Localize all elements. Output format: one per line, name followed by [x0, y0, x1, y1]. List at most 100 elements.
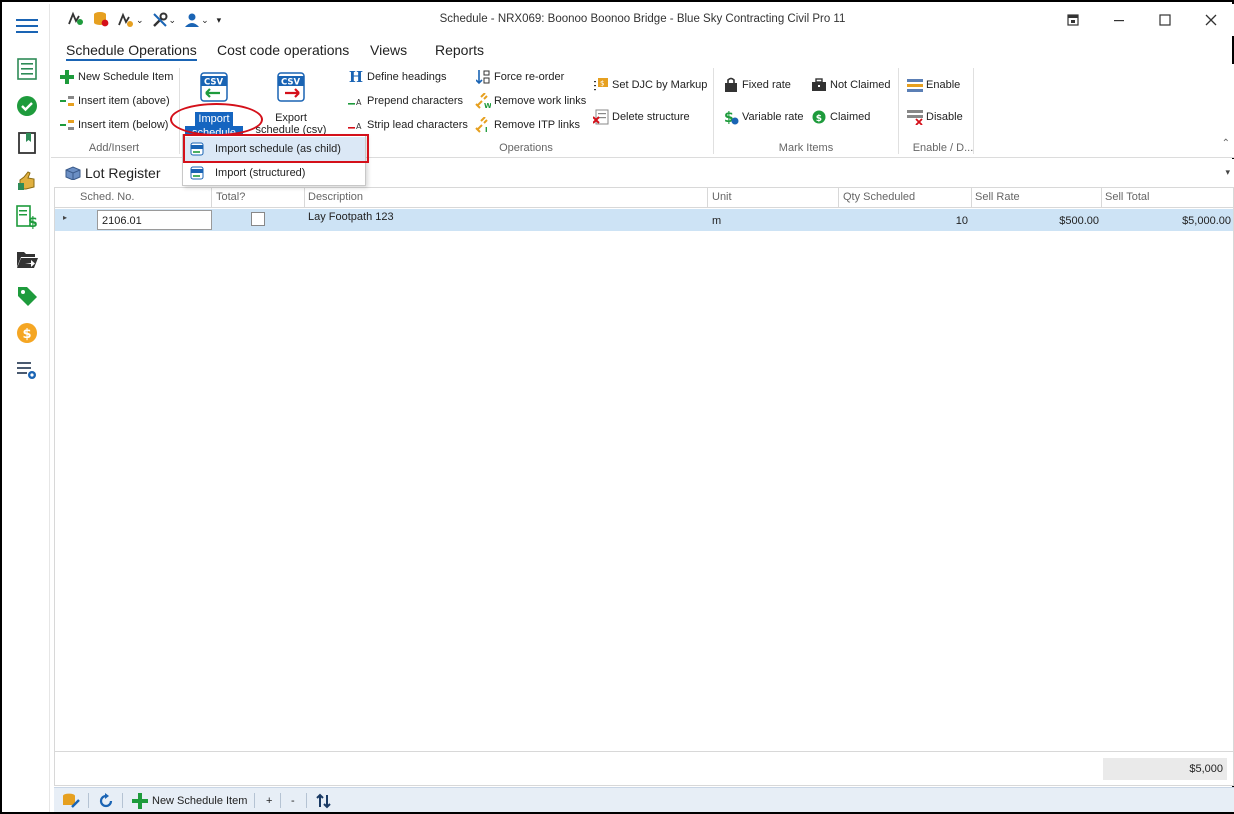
insert-item-below-button[interactable]: Insert item (below)	[59, 116, 168, 134]
column-header[interactable]: Description	[308, 191, 363, 203]
remove-row-button[interactable]: -	[291, 792, 295, 810]
group-label-add-insert: Add/Insert	[88, 142, 140, 154]
sched-no-cell[interactable]: 2106.01	[97, 210, 212, 230]
svg-text:$: $	[28, 215, 38, 229]
cost-document-icon[interactable]: $	[15, 205, 39, 229]
column-header[interactable]: Sell Rate	[975, 191, 1020, 203]
column-divider[interactable]	[1101, 188, 1102, 208]
new-schedule-item-button[interactable]: New Schedule Item	[59, 68, 173, 86]
grid-footer: $5,000	[55, 751, 1233, 785]
schedule-grid: Sched. No. Total? Description Unit Qty S…	[54, 187, 1234, 786]
group-label-mark-items: Mark Items	[778, 142, 834, 154]
schedule-list-icon[interactable]	[15, 57, 39, 81]
group-divider	[898, 68, 899, 154]
open-folder-icon[interactable]	[15, 247, 39, 271]
total-checkbox[interactable]	[251, 212, 265, 226]
plus-icon	[59, 69, 75, 85]
bottom-toolbar: New Schedule Item + -	[54, 787, 1234, 812]
column-header[interactable]: Sched. No.	[80, 191, 134, 203]
toolbar-divider	[122, 793, 123, 808]
prepend-icon: A	[348, 93, 364, 109]
svg-text:$: $	[23, 327, 32, 342]
column-header[interactable]: Total?	[216, 191, 245, 203]
column-divider[interactable]	[971, 188, 972, 208]
notebook-icon[interactable]	[15, 131, 39, 155]
unit-cell[interactable]: m	[712, 215, 721, 227]
disable-button[interactable]: Disable	[907, 108, 963, 126]
panel-dropdown-icon[interactable]: ▾	[1225, 167, 1230, 178]
insert-below-icon	[59, 117, 75, 133]
unlink-itp-icon: I	[475, 117, 491, 133]
claimed-coin-icon: $	[811, 109, 827, 125]
svg-text:A: A	[356, 122, 362, 130]
tab-schedule-operations[interactable]: Schedule Operations	[66, 42, 197, 61]
column-divider[interactable]	[211, 188, 212, 208]
csv-export-icon: CSV	[277, 72, 305, 105]
tab-cost-code-operations[interactable]: Cost code operations	[217, 42, 349, 58]
left-nav-rail: $ $	[4, 4, 50, 812]
column-header[interactable]: Unit	[712, 191, 732, 203]
row-expand-icon[interactable]: ▸	[63, 213, 67, 222]
delete-structure-button[interactable]: Delete structure	[593, 108, 690, 126]
maximize-icon[interactable]	[1142, 4, 1188, 36]
svg-text:CSV: CSV	[204, 78, 224, 88]
strip-lead-characters-button[interactable]: A Strip lead characters	[348, 116, 468, 134]
hand-pointer-icon[interactable]	[15, 168, 39, 192]
description-cell[interactable]: Lay Footpath 123	[308, 211, 394, 223]
column-divider[interactable]	[707, 188, 708, 208]
insert-item-above-button[interactable]: Insert item (above)	[59, 92, 170, 110]
new-schedule-item-bottom-button[interactable]: New Schedule Item	[132, 792, 247, 810]
variable-rate-button[interactable]: $ Variable rate	[723, 108, 804, 126]
sell-total-cell[interactable]: $5,000.00	[1182, 215, 1231, 227]
collapse-ribbon-icon[interactable]: ⌃	[1222, 138, 1230, 149]
close-icon[interactable]	[1188, 4, 1234, 36]
tab-views[interactable]: Views	[370, 42, 407, 58]
group-label-operations: Operations	[499, 142, 553, 154]
sort-icon	[475, 69, 491, 85]
define-headings-button[interactable]: H Define headings	[348, 68, 447, 86]
minimize-icon[interactable]	[1096, 4, 1142, 36]
remove-work-links-button[interactable]: W Remove work links	[475, 92, 586, 110]
annotation-box	[183, 134, 369, 163]
add-row-button[interactable]: +	[266, 792, 272, 810]
title-bar: ⌄ ⌄ ⌄ ▾ Schedule - NRX069: Boonoo Boonoo…	[51, 4, 1234, 36]
remove-itp-links-button[interactable]: I Remove ITP links	[475, 116, 580, 134]
enable-button[interactable]: Enable	[907, 76, 960, 94]
sell-rate-cell[interactable]: $500.00	[1059, 215, 1099, 227]
column-divider[interactable]	[838, 188, 839, 208]
tag-icon[interactable]	[15, 284, 39, 308]
edit-database-icon[interactable]	[62, 792, 80, 810]
unlink-icon: W	[475, 93, 491, 109]
set-djc-by-markup-button[interactable]: $ Set DJC by Markup	[593, 76, 707, 94]
not-claimed-button[interactable]: Not Claimed	[811, 76, 891, 94]
checkmark-circle-icon[interactable]	[15, 94, 39, 118]
toolbar-divider	[306, 793, 307, 808]
list-settings-icon[interactable]	[15, 358, 39, 382]
toolbar-divider	[88, 793, 89, 808]
prepend-characters-button[interactable]: A Prepend characters	[348, 92, 463, 110]
toolbar-divider	[254, 793, 255, 808]
hamburger-menu-icon[interactable]	[15, 14, 39, 38]
sort-order-icon[interactable]	[316, 792, 332, 810]
restore-ribbon-icon[interactable]	[1050, 4, 1096, 36]
fixed-rate-button[interactable]: Fixed rate	[723, 76, 791, 94]
svg-text:CSV: CSV	[281, 78, 301, 88]
heading-h-icon: H	[348, 68, 364, 86]
annotation-ellipse	[170, 103, 263, 136]
qty-scheduled-cell[interactable]: 10	[956, 215, 968, 227]
menu-item-import-structured[interactable]: Import (structured)	[183, 161, 365, 185]
claimed-button[interactable]: $ Claimed	[811, 108, 870, 126]
svg-text:A: A	[356, 98, 362, 106]
table-row[interactable]: ▸ 2106.01 Lay Footpath 123 m 10 $500.00 …	[55, 209, 1233, 231]
window-controls	[1050, 4, 1234, 36]
strip-icon: A	[348, 117, 364, 133]
refresh-icon[interactable]	[98, 792, 114, 810]
dollar-coin-icon[interactable]: $	[15, 321, 39, 345]
column-divider[interactable]	[304, 188, 305, 208]
variable-rate-icon: $	[723, 109, 739, 125]
column-header[interactable]: Sell Total	[1105, 191, 1149, 203]
column-header[interactable]: Qty Scheduled	[843, 191, 915, 203]
tab-reports[interactable]: Reports	[435, 42, 484, 58]
group-divider	[713, 68, 714, 154]
force-reorder-button[interactable]: Force re-order	[475, 68, 564, 86]
